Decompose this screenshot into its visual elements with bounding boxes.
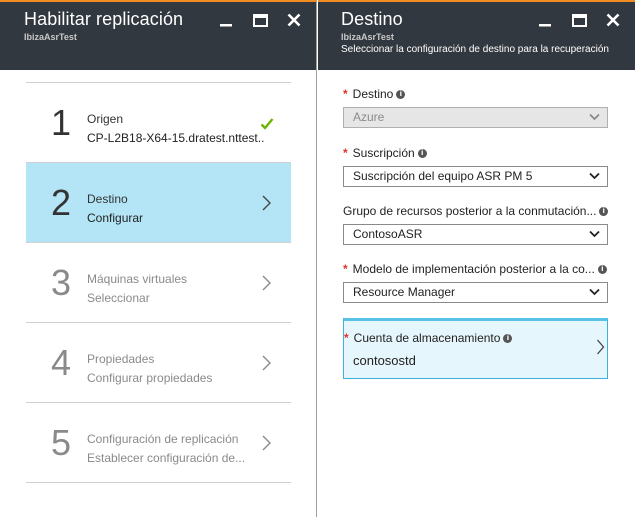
field-label: * Cuenta de almacenamiento i: [344, 331, 513, 345]
info-icon[interactable]: i: [417, 148, 427, 158]
chevron-down-icon: [589, 172, 600, 180]
step-title: Origen: [87, 112, 124, 126]
required-marker: *: [344, 331, 349, 345]
blade-subtitle: IbizaAsrTest: [24, 32, 77, 42]
field-label: * Suscripción i: [343, 145, 608, 161]
step-title: Máquinas virtuales: [87, 272, 188, 286]
field-resource-group: Grupo de recursos posterior a la conmuta…: [343, 203, 608, 245]
step-subtitle: Configurar propiedades: [87, 371, 213, 385]
wizard-steps: 1 Origen CP-L2B18-X64-15.dratest.nttest.…: [26, 82, 291, 483]
step-properties[interactable]: 4 Propiedades Configurar propiedades: [26, 323, 291, 403]
step-virtual-machines[interactable]: 3 Máquinas virtuales Seleccionar: [26, 243, 291, 323]
required-marker: *: [343, 262, 348, 276]
field-label-text: Grupo de recursos posterior a la conmuta…: [343, 204, 597, 218]
target-select: Azure: [343, 107, 608, 128]
field-label: * Modelo de implementación posterior a l…: [343, 261, 608, 277]
field-label: * Destino i: [343, 86, 608, 102]
maximize-icon[interactable]: [567, 10, 591, 30]
field-label: Grupo de recursos posterior a la conmuta…: [343, 203, 608, 219]
deployment-model-select[interactable]: Resource Manager: [343, 282, 608, 303]
step-title: Propiedades: [87, 352, 155, 366]
minimize-icon[interactable]: [214, 10, 238, 30]
step-number: 4: [51, 342, 72, 383]
select-value: Suscripción del equipo ASR PM 5: [353, 169, 533, 183]
field-label-text: Destino: [352, 87, 394, 101]
checkmark-icon: [260, 118, 274, 130]
select-value: Azure: [353, 110, 385, 124]
step-number: 2: [51, 182, 72, 223]
blade-description: Seleccionar la configuración de destino …: [341, 44, 609, 55]
blade-title: Habilitar replicación: [24, 9, 184, 29]
chevron-right-icon: [262, 275, 271, 291]
blade-title: Destino: [341, 9, 403, 29]
field-label-text: Suscripción: [352, 146, 415, 160]
field-target: * Destino i Azure: [343, 86, 608, 128]
blade-subtitle: IbizaAsrTest: [341, 32, 394, 42]
step-number: 1: [51, 102, 72, 143]
field-label-text: Modelo de implementación posterior a la …: [352, 262, 595, 276]
step-subtitle: Seleccionar: [87, 291, 150, 305]
chevron-right-icon: [262, 435, 271, 451]
enable-replication-blade: Habilitar replicación IbizaAsrTest 1 Ori…: [0, 0, 317, 517]
select-value: ContosoASR: [353, 227, 423, 241]
target-blade: Destino IbizaAsrTest Seleccionar la conf…: [318, 0, 635, 517]
minimize-icon[interactable]: [533, 10, 557, 30]
chevron-right-icon: [597, 339, 605, 355]
info-icon[interactable]: i: [396, 89, 406, 99]
required-marker: *: [343, 146, 348, 160]
step-number: 5: [51, 422, 72, 463]
step-title: Configuración de replicación: [87, 432, 239, 446]
step-replication-settings[interactable]: 5 Configuración de replicación Establece…: [26, 403, 291, 483]
field-subscription: * Suscripción i Suscripción del equipo A…: [343, 145, 608, 187]
step-subtitle: Establecer configuración de...: [87, 451, 246, 465]
field-deployment-model: * Modelo de implementación posterior a l…: [343, 261, 608, 303]
blade-controls: [214, 10, 306, 30]
step-subtitle: CP-L2B18-X64-15.dratest.nttest...: [87, 131, 265, 145]
chevron-right-icon: [262, 195, 271, 211]
maximize-icon[interactable]: [248, 10, 272, 30]
resource-group-select[interactable]: ContosoASR: [343, 224, 608, 245]
storage-account-value: contosostd: [353, 353, 416, 368]
chevron-down-icon: [589, 113, 600, 121]
step-target[interactable]: 2 Destino Configurar: [26, 163, 291, 243]
info-icon[interactable]: i: [503, 333, 513, 343]
field-label-text: Cuenta de almacenamiento: [353, 331, 501, 345]
step-subtitle: Configurar: [87, 211, 144, 225]
step-title: Destino: [87, 192, 128, 206]
close-icon[interactable]: [601, 10, 625, 30]
subscription-select[interactable]: Suscripción del equipo ASR PM 5: [343, 166, 608, 187]
select-value: Resource Manager: [353, 285, 456, 299]
blade-header: Destino IbizaAsrTest Seleccionar la conf…: [318, 0, 635, 70]
blade-controls: [533, 10, 625, 30]
chevron-down-icon: [589, 288, 600, 296]
chevron-right-icon: [262, 355, 271, 371]
required-marker: *: [343, 87, 348, 101]
info-icon[interactable]: i: [597, 264, 607, 274]
storage-account-selector[interactable]: * Cuenta de almacenamiento i contosostd: [343, 318, 608, 379]
step-number: 3: [51, 262, 72, 303]
chevron-down-icon: [589, 230, 600, 238]
step-source[interactable]: 1 Origen CP-L2B18-X64-15.dratest.nttest.…: [26, 83, 291, 163]
blade-header: Habilitar replicación IbizaAsrTest: [0, 0, 316, 70]
info-icon[interactable]: i: [599, 206, 608, 216]
close-icon[interactable]: [282, 10, 306, 30]
